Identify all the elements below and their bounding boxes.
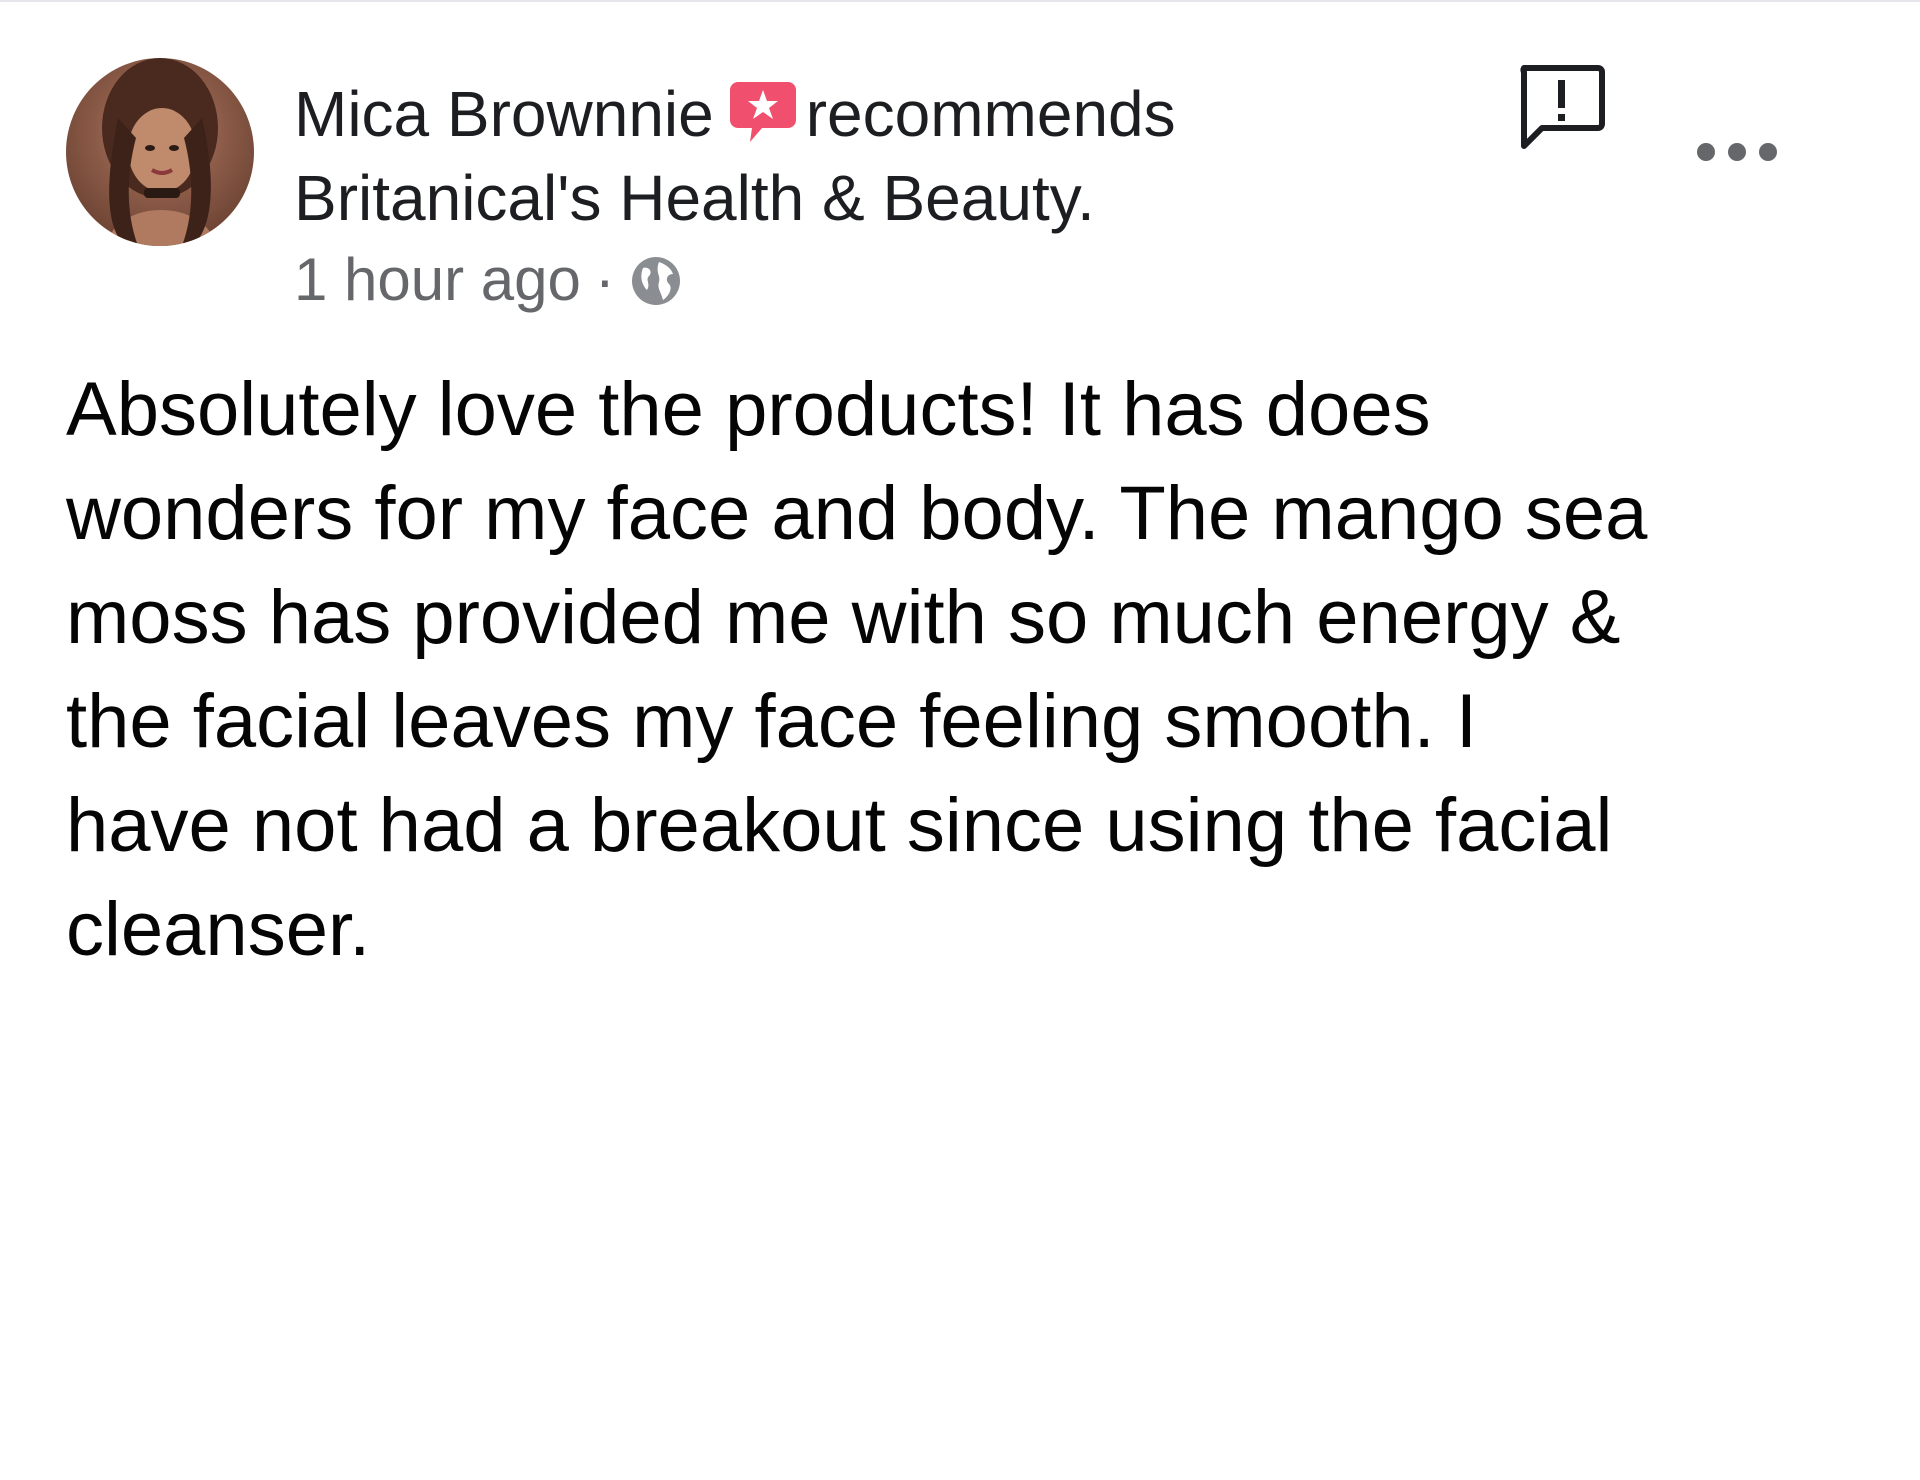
report-button[interactable] bbox=[1514, 62, 1608, 156]
avatar-image bbox=[102, 58, 218, 246]
more-options-icon bbox=[1697, 143, 1777, 161]
recommend-star-icon bbox=[728, 76, 798, 146]
globe-icon bbox=[629, 248, 683, 305]
page-name[interactable]: Britanical's Health & Beauty. bbox=[294, 162, 1095, 234]
meta-separator: · bbox=[594, 246, 615, 313]
report-icon bbox=[1520, 65, 1605, 149]
post-header: Mica Brownnie recommends Britanical's He… bbox=[294, 72, 1494, 240]
author-name[interactable]: Mica Brownnie bbox=[294, 78, 714, 150]
timestamp[interactable]: 1 hour ago bbox=[294, 246, 581, 313]
post-meta: 1 hour ago · bbox=[294, 240, 683, 320]
action-text: recommends bbox=[805, 78, 1176, 150]
avatar[interactable] bbox=[66, 58, 254, 246]
recommendation-post: Mica Brownnie recommends Britanical's He… bbox=[0, 0, 1920, 1480]
more-options-button[interactable] bbox=[1692, 132, 1782, 172]
post-body-text: Absolutely love the products! It has doe… bbox=[66, 367, 1648, 972]
